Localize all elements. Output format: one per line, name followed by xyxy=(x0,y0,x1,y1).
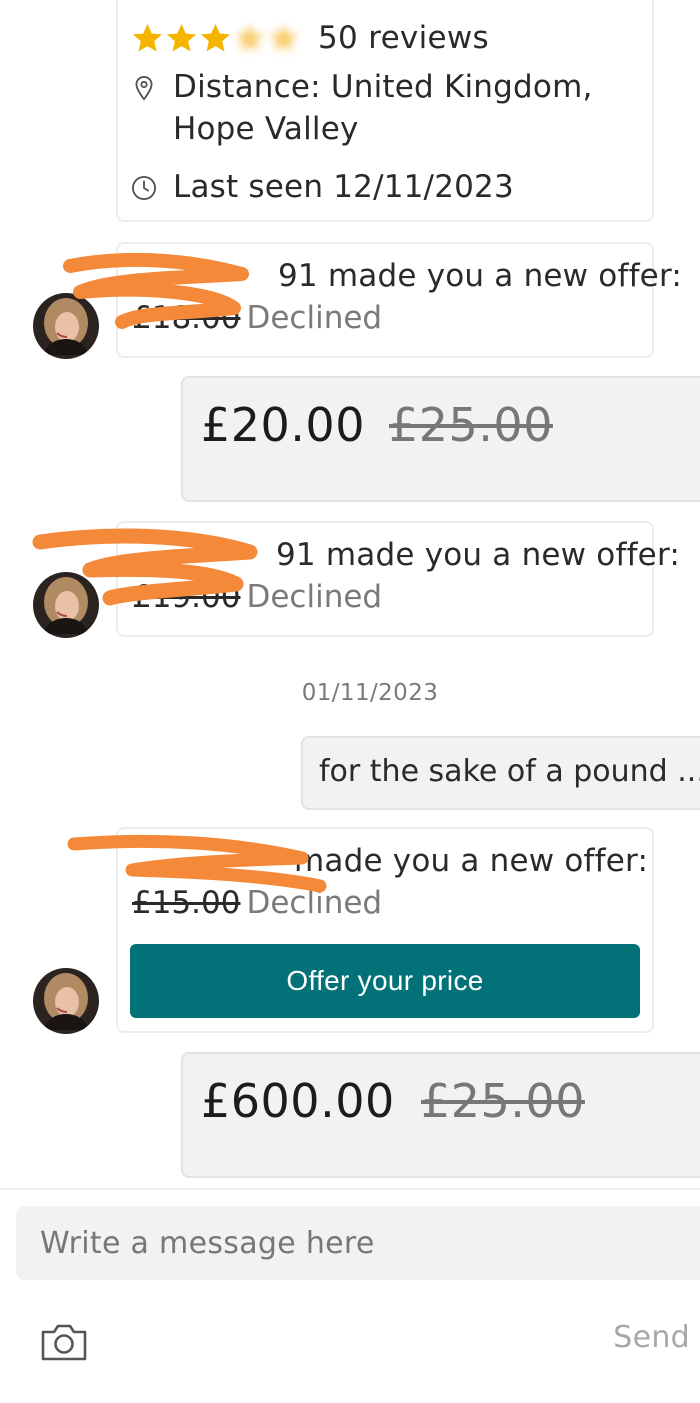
offer-price: £15.00 xyxy=(132,885,241,921)
distance-line: Distance: United Kingdom, xyxy=(173,69,593,105)
message-input[interactable]: Write a message here xyxy=(16,1206,700,1280)
reviews-count[interactable]: 50 reviews xyxy=(318,20,489,56)
new-price: £600.00 xyxy=(201,1074,395,1128)
offer-text: 91 made you a new offer: xyxy=(276,537,681,573)
old-price: £25.00 xyxy=(421,1074,585,1128)
send-button[interactable]: Send xyxy=(613,1320,690,1355)
offer-your-price-button[interactable]: Offer your price xyxy=(130,944,640,1018)
offer-status: Declined xyxy=(246,885,383,921)
location-line: Hope Valley xyxy=(173,111,359,147)
camera-icon[interactable] xyxy=(40,1322,88,1362)
chat-screen: 50 reviews Distance: United Kingdom, Hop… xyxy=(0,0,700,1403)
new-price: £20.00 xyxy=(201,398,365,452)
offer-card: 91 made you a new offer: £18.00 Declined xyxy=(116,242,682,358)
rating-stars xyxy=(130,21,300,56)
avatar[interactable] xyxy=(33,968,99,1034)
star-icon xyxy=(200,23,231,51)
avatar[interactable] xyxy=(33,572,99,638)
star-icon xyxy=(132,23,163,51)
offer-text: 91 made you a new offer: xyxy=(278,258,683,294)
star-icon xyxy=(166,23,197,51)
avatar[interactable] xyxy=(33,293,99,359)
old-price: £25.00 xyxy=(389,398,553,452)
text-message[interactable]: for the sake of a pound ... xyxy=(301,736,700,810)
clock-icon xyxy=(131,175,157,201)
distance-row: Distance: United Kingdom, Hope Valley xyxy=(130,66,593,150)
star-icon xyxy=(268,23,299,51)
offer-status: Declined xyxy=(246,579,383,615)
offer-card: 91 made you a new offer: £19.00 Declined xyxy=(116,521,680,637)
composer-divider xyxy=(0,1188,700,1190)
star-icon xyxy=(234,23,265,51)
price-message[interactable]: £600.00 £25.00 xyxy=(181,1052,700,1178)
offer-text: made you a new offer: xyxy=(294,843,649,879)
last-seen-row: Last seen 12/11/2023 xyxy=(130,166,514,208)
date-separator: 01/11/2023 xyxy=(301,680,439,706)
message-text: for the sake of a pound ... xyxy=(319,754,700,789)
offer-status-line: £19.00 Declined xyxy=(132,579,382,615)
rating-row: 50 reviews xyxy=(130,18,489,58)
location-pin-icon xyxy=(135,75,153,101)
distance-text: Distance: United Kingdom, Hope Valley xyxy=(173,66,593,150)
offer-status-line: £18.00 Declined xyxy=(132,300,382,336)
offer-price: £19.00 xyxy=(132,579,241,615)
price-message[interactable]: £20.00 £25.00 xyxy=(181,376,700,502)
offer-status: Declined xyxy=(246,300,383,336)
last-seen-text: Last seen 12/11/2023 xyxy=(173,169,514,205)
offer-status-line: £15.00 Declined xyxy=(132,885,382,921)
offer-price: £18.00 xyxy=(132,300,241,336)
